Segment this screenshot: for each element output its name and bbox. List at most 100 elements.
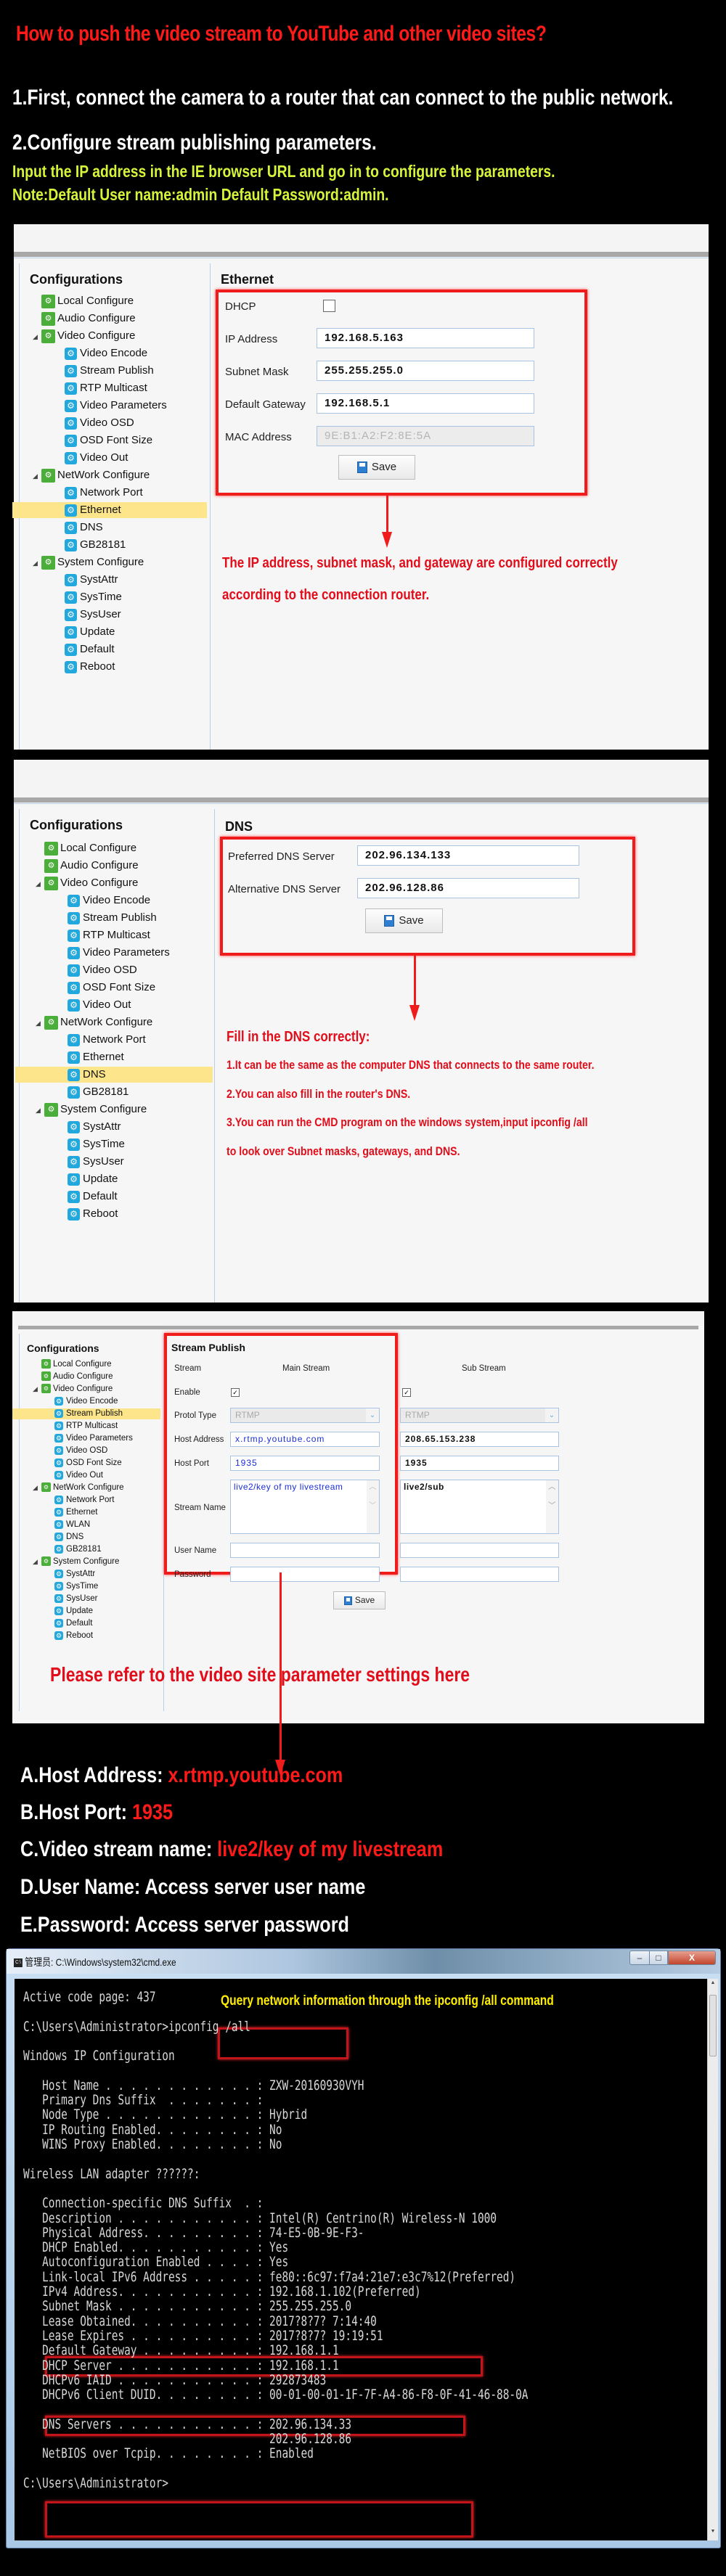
- sidebar-item-default[interactable]: ⚙ Default: [33, 641, 207, 658]
- expand-triangle-icon[interactable]: ◢: [33, 1383, 41, 1395]
- sidebar-item-update[interactable]: ⚙ Update: [33, 623, 207, 641]
- sidebar-item-update[interactable]: ⚙ Update: [36, 1170, 213, 1188]
- sidebar-item-update[interactable]: ⚙ Update: [33, 1605, 160, 1617]
- sidebar-item-audio-configure[interactable]: ⚙ Audio Configure: [33, 310, 207, 327]
- sidebar-item-reboot[interactable]: ⚙ Reboot: [36, 1205, 213, 1223]
- cmd-scrollbar[interactable]: ▲ ▼: [707, 1979, 718, 2540]
- expand-triangle-icon[interactable]: ◢: [33, 1482, 41, 1494]
- sidebar-item-reboot[interactable]: ⚙ Reboot: [33, 658, 207, 676]
- sidebar-item-video-osd[interactable]: ⚙ Video OSD: [36, 961, 213, 979]
- sidebar-item-osd-font-size[interactable]: ⚙ OSD Font Size: [36, 979, 213, 996]
- sidebar-item-system-configure[interactable]: ◢ ⚙ System Configure: [36, 1101, 213, 1118]
- sidebar-item-video-out[interactable]: ⚙ Video Out: [36, 996, 213, 1014]
- sidebar-item-gb28181[interactable]: ⚙ GB28181: [33, 1543, 160, 1556]
- sidebar-item-audio-configure[interactable]: ⚙ Audio Configure: [36, 857, 213, 874]
- sidebar-item-osd-font-size[interactable]: ⚙ OSD Font Size: [33, 432, 207, 449]
- sidebar-item-sysuser[interactable]: ⚙ SysUser: [36, 1153, 213, 1170]
- sidebar-item-dns[interactable]: ⚙ DNS: [33, 519, 207, 536]
- scroll-up-icon[interactable]: ▲: [708, 1980, 718, 1990]
- save-button[interactable]: Save: [333, 1591, 386, 1609]
- main-user-name-input[interactable]: [230, 1543, 380, 1558]
- sub-host-address-input[interactable]: 208.65.153.238: [400, 1432, 559, 1447]
- sidebar-item-video-configure[interactable]: ◢ ⚙ Video Configure: [36, 874, 213, 892]
- sidebar-item-stream-publish[interactable]: ⚙ Stream Publish: [12, 1408, 160, 1420]
- sidebar-item-system-configure[interactable]: ◢ ⚙ System Configure: [33, 554, 207, 571]
- sidebar-item-gb28181[interactable]: ⚙ GB28181: [33, 536, 207, 554]
- sidebar-item-systattr[interactable]: ⚙ SystAttr: [36, 1118, 213, 1136]
- sidebar-item-system-configure[interactable]: ◢ ⚙ System Configure: [33, 1556, 160, 1568]
- sidebar-item-video-encode[interactable]: ⚙ Video Encode: [36, 892, 213, 909]
- sub-stream-name-textarea[interactable]: live2/sub ︿ ﹀: [400, 1480, 559, 1534]
- ip-address-input[interactable]: 192.168.5.163: [317, 328, 534, 348]
- sidebar-item-systattr[interactable]: ⚙ SystAttr: [33, 571, 207, 588]
- sidebar-item-dns[interactable]: ⚙ DNS: [15, 1066, 213, 1083]
- sidebar-item-video-osd[interactable]: ⚙ Video OSD: [33, 1445, 160, 1457]
- sidebar-item-video-parameters[interactable]: ⚙ Video Parameters: [33, 1432, 160, 1445]
- sidebar-item-video-parameters[interactable]: ⚙ Video Parameters: [36, 944, 213, 961]
- sidebar-item-default[interactable]: ⚙ Default: [33, 1617, 160, 1630]
- sidebar-item-systime[interactable]: ⚙ SysTime: [33, 1580, 160, 1593]
- sub-enable-checkbox[interactable]: ✓: [402, 1388, 411, 1397]
- expand-triangle-icon[interactable]: ◢: [36, 1014, 44, 1032]
- sidebar-item-network-port[interactable]: ⚙ Network Port: [33, 484, 207, 501]
- sidebar-item-network-port[interactable]: ⚙ Network Port: [33, 1494, 160, 1506]
- sidebar-item-local-configure[interactable]: ⚙ Local Configure: [33, 292, 207, 310]
- main-protocol-select[interactable]: RTMP ⌄: [230, 1408, 380, 1423]
- sidebar-item-video-out[interactable]: ⚙ Video Out: [33, 1469, 160, 1482]
- expand-triangle-icon[interactable]: ◢: [33, 467, 41, 485]
- sidebar-item-rtp-multicast[interactable]: ⚙ RTP Multicast: [33, 380, 207, 397]
- sidebar-item-osd-font-size[interactable]: ⚙ OSD Font Size: [33, 1457, 160, 1469]
- sidebar-item-wlan[interactable]: ⚙ WLAN: [33, 1519, 160, 1531]
- main-host-address-input[interactable]: x.rtmp.youtube.com: [230, 1432, 380, 1447]
- sidebar-item-gb28181[interactable]: ⚙ GB28181: [36, 1083, 213, 1101]
- expand-triangle-icon[interactable]: ◢: [36, 875, 44, 893]
- sidebar-item-stream-publish[interactable]: ⚙ Stream Publish: [36, 909, 213, 927]
- expand-triangle-icon[interactable]: ◢: [33, 328, 41, 345]
- sidebar-item-ethernet[interactable]: ⚙ Ethernet: [12, 501, 207, 519]
- main-enable-checkbox[interactable]: ✓: [231, 1388, 240, 1397]
- sidebar-item-network-port[interactable]: ⚙ Network Port: [36, 1031, 213, 1049]
- sidebar-item-audio-configure[interactable]: ⚙ Audio Configure: [33, 1371, 160, 1383]
- main-host-port-input[interactable]: 1935: [230, 1456, 380, 1471]
- main-stream-name-textarea[interactable]: live2/key of my livestream ︿ ﹀: [230, 1480, 380, 1534]
- sidebar-item-ethernet[interactable]: ⚙ Ethernet: [36, 1049, 213, 1066]
- sidebar-item-local-configure[interactable]: ⚙ Local Configure: [33, 1358, 160, 1371]
- textarea-scrollbar[interactable]: ︿ ﹀: [546, 1480, 558, 1533]
- sidebar-item-default[interactable]: ⚙ Default: [36, 1188, 213, 1205]
- sidebar-item-network-configure[interactable]: ◢ ⚙ NetWork Configure: [33, 1482, 160, 1494]
- sidebar-item-video-configure[interactable]: ◢ ⚙ Video Configure: [33, 327, 207, 345]
- sidebar-item-rtp-multicast[interactable]: ⚙ RTP Multicast: [36, 927, 213, 944]
- maximize-button[interactable]: □: [649, 1951, 668, 1965]
- scroll-down-icon[interactable]: ▼: [708, 2529, 718, 2539]
- sidebar-item-network-configure[interactable]: ◢ ⚙ NetWork Configure: [36, 1014, 213, 1031]
- sidebar-item-systime[interactable]: ⚙ SysTime: [33, 588, 207, 606]
- alternative-dns-input[interactable]: 202.96.128.86: [357, 878, 579, 898]
- sub-host-port-input[interactable]: 1935: [400, 1456, 559, 1471]
- expand-triangle-icon[interactable]: ◢: [33, 1556, 41, 1568]
- sidebar-item-sysuser[interactable]: ⚙ SysUser: [33, 606, 207, 623]
- sidebar-item-ethernet[interactable]: ⚙ Ethernet: [33, 1506, 160, 1519]
- sidebar-item-systime[interactable]: ⚙ SysTime: [36, 1136, 213, 1153]
- save-button[interactable]: Save: [338, 455, 415, 480]
- minimize-button[interactable]: –: [629, 1951, 650, 1965]
- sidebar-item-local-configure[interactable]: ⚙ Local Configure: [36, 840, 213, 857]
- close-button[interactable]: X: [668, 1951, 716, 1965]
- expand-triangle-icon[interactable]: ◢: [36, 1102, 44, 1119]
- subnet-mask-input[interactable]: 255.255.255.0: [317, 361, 534, 381]
- sidebar-item-rtp-multicast[interactable]: ⚙ RTP Multicast: [33, 1420, 160, 1432]
- textarea-scrollbar[interactable]: ︿ ﹀: [367, 1480, 379, 1533]
- sub-user-name-input[interactable]: [400, 1543, 559, 1558]
- sidebar-item-sysuser[interactable]: ⚙ SysUser: [33, 1593, 160, 1605]
- save-button[interactable]: Save: [365, 908, 443, 933]
- main-password-input[interactable]: [230, 1567, 380, 1582]
- sidebar-item-video-out[interactable]: ⚙ Video Out: [33, 449, 207, 467]
- preferred-dns-input[interactable]: 202.96.134.133: [357, 845, 579, 866]
- dhcp-checkbox[interactable]: [323, 300, 335, 312]
- sidebar-item-reboot[interactable]: ⚙ Reboot: [33, 1630, 160, 1642]
- sidebar-item-video-encode[interactable]: ⚙ Video Encode: [33, 345, 207, 362]
- sub-protocol-select[interactable]: RTMP ⌄: [400, 1408, 559, 1423]
- sub-password-input[interactable]: [400, 1567, 559, 1582]
- sidebar-item-systattr[interactable]: ⚙ SystAttr: [33, 1568, 160, 1580]
- scrollbar-thumb[interactable]: [709, 1995, 717, 2056]
- sidebar-item-video-encode[interactable]: ⚙ Video Encode: [33, 1395, 160, 1408]
